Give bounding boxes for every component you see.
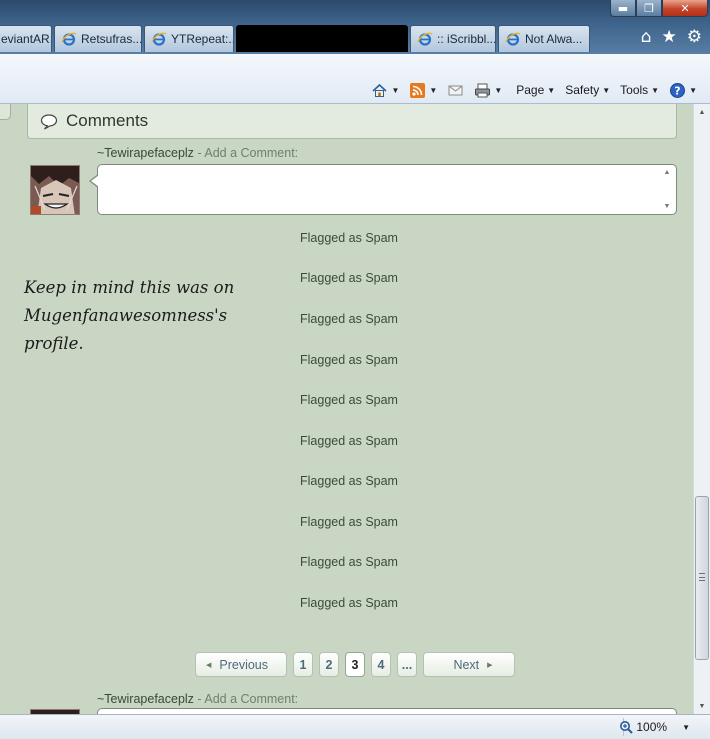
tab-deviantart[interactable]: eviantAR... (0, 25, 52, 52)
vertical-scrollbar[interactable]: ▲ ▼ (693, 104, 710, 714)
spam-comment: Flagged as Spam (300, 434, 398, 448)
svg-text:?: ? (674, 84, 680, 97)
tab-ytrepeat[interactable]: YTRepeat:... (144, 25, 234, 52)
chevron-left-icon: ◀ (205, 661, 212, 669)
page-menu-label: Page (516, 83, 545, 97)
tab-label: :: iScribbl... (437, 32, 496, 46)
previous-label: Previous (219, 657, 269, 672)
read-mail-button[interactable] (444, 80, 467, 100)
command-bar: ▼ ▼ ▼ Page ▼ Safety ▼ Tools ▼ ? ▼ (0, 54, 710, 104)
chevron-down-icon[interactable]: ▼ (391, 86, 399, 95)
avatar[interactable] (30, 165, 80, 215)
page-content: Comments ~Tewirapefaceplz - Add a Commen… (0, 104, 693, 714)
chevron-down-icon[interactable]: ▼ (682, 723, 690, 732)
add-comment-label: - Add a Comment: (193, 146, 299, 160)
ie-icon (61, 32, 77, 46)
next-page-button[interactable]: Next ▶ (423, 652, 515, 677)
page-2-button[interactable]: 2 (319, 652, 339, 677)
chevron-down-icon: ▼ (689, 85, 697, 95)
spam-comment: Flagged as Spam (300, 596, 398, 610)
previous-page-button[interactable]: ◀ Previous (195, 652, 287, 677)
tab-iscribble[interactable]: :: iScribbl... (410, 25, 496, 52)
window-controls: ▬ ❐ ✕ (610, 0, 708, 18)
chevron-right-icon: ▶ (487, 661, 493, 669)
handwritten-note: Keep in mind this was on Mugenfanawesomn… (24, 278, 235, 353)
page-menu[interactable]: Page ▼ (513, 80, 558, 100)
page-3-current: 3 (345, 652, 365, 677)
tab-label: Retsufras... (81, 32, 142, 46)
safety-menu[interactable]: Safety ▼ (562, 80, 613, 100)
ie-icon (151, 32, 167, 46)
spam-comment: Flagged as Spam (300, 474, 398, 488)
zoom-control[interactable]: 100% ▼ (619, 720, 690, 734)
comment-author: ~Tewirapefaceplz - Add a Comment: (97, 692, 298, 706)
gear-icon[interactable]: ⚙ (687, 27, 702, 47)
help-icon: ? (670, 82, 686, 98)
ie-icon (505, 32, 521, 46)
home-icon[interactable]: ⌂ (641, 27, 652, 47)
page-1-button[interactable]: 1 (293, 652, 313, 677)
username-link[interactable]: ~Tewirapefaceplz (97, 146, 194, 160)
status-bar: 100% ▼ (0, 714, 710, 739)
minimize-button[interactable]: ▬ (610, 0, 636, 17)
next-label: Next (453, 657, 480, 672)
add-comment-label: - Add a Comment: (193, 692, 299, 706)
avatar-image (31, 166, 79, 214)
comment-textarea[interactable]: ▲ ▼ (89, 164, 677, 215)
username-link[interactable]: ~Tewirapefaceplz (97, 692, 194, 706)
magnifier-icon (620, 721, 634, 734)
feeds-button[interactable]: ▼ (406, 80, 440, 100)
tab-redacted[interactable] (236, 25, 408, 52)
comments-title: Comments (66, 111, 149, 130)
tab-label: Not Alwa... (525, 32, 583, 46)
home-icon (372, 83, 388, 97)
pagination: ◀ Previous 1 2 3 4 ... Next ▶ (195, 652, 515, 678)
tools-menu-label: Tools (620, 83, 649, 97)
grip-icon (699, 573, 705, 581)
favorites-star-icon[interactable]: ★ (662, 27, 677, 47)
tab-label: eviantAR... (1, 32, 51, 46)
chevron-down-icon[interactable]: ▼ (494, 86, 502, 95)
tab-strip: eviantAR... Retsufras... YTRepeat:... ::… (0, 25, 592, 53)
comment-author: ~Tewirapefaceplz - Add a Comment: (97, 146, 298, 160)
browser-toolbar-icons: ⌂ ★ ⚙ (641, 27, 702, 47)
browser-tab-bar: ▬ ❐ ✕ eviantAR... Retsufras... YTRepeat:… (0, 0, 710, 54)
tab-retsufras[interactable]: Retsufras... (54, 25, 142, 52)
spam-comment: Flagged as Spam (300, 515, 398, 529)
home-button[interactable]: ▼ (368, 80, 402, 100)
print-button[interactable]: ▼ (471, 80, 505, 100)
spam-comment: Flagged as Spam (300, 271, 398, 285)
tab-not-always[interactable]: Not Alwa... (498, 25, 590, 52)
spam-comment: Flagged as Spam (300, 231, 398, 245)
panel-edge (0, 104, 11, 120)
tab-label: YTRepeat:... (171, 32, 234, 46)
mail-icon (448, 85, 463, 95)
spam-comment: Flagged as Spam (300, 353, 398, 367)
scroll-down-arrow[interactable]: ▼ (694, 698, 710, 714)
bubble-tail-fill (91, 175, 99, 187)
close-button[interactable]: ✕ (662, 0, 708, 17)
scrollbar-thumb[interactable] (695, 496, 709, 660)
chevron-down-icon: ▼ (651, 85, 660, 95)
chevron-down-icon: ▼ (547, 85, 556, 95)
tools-menu[interactable]: Tools ▼ (617, 80, 662, 100)
spam-comment: Flagged as Spam (300, 393, 398, 407)
safety-menu-label: Safety (565, 83, 600, 97)
zoom-level: 100% (636, 720, 668, 734)
spam-comment: Flagged as Spam (300, 312, 398, 326)
help-menu[interactable]: ? ▼ (666, 80, 700, 100)
ie-icon (417, 32, 433, 46)
chevron-down-icon: ▼ (602, 85, 611, 95)
speech-bubble-icon (40, 113, 58, 130)
scroll-up-arrow[interactable]: ▲ (694, 104, 710, 120)
spam-comment: Flagged as Spam (300, 555, 398, 569)
textarea-scrollbar[interactable]: ▲ ▼ (662, 169, 672, 210)
rss-feed-icon (410, 82, 426, 98)
chevron-down-icon[interactable]: ▼ (429, 86, 437, 95)
page-4-button[interactable]: 4 (371, 652, 391, 677)
comments-header: Comments (27, 104, 677, 139)
more-pages-button[interactable]: ... (397, 652, 417, 677)
restore-button[interactable]: ❐ (636, 0, 662, 17)
printer-icon (475, 83, 491, 97)
